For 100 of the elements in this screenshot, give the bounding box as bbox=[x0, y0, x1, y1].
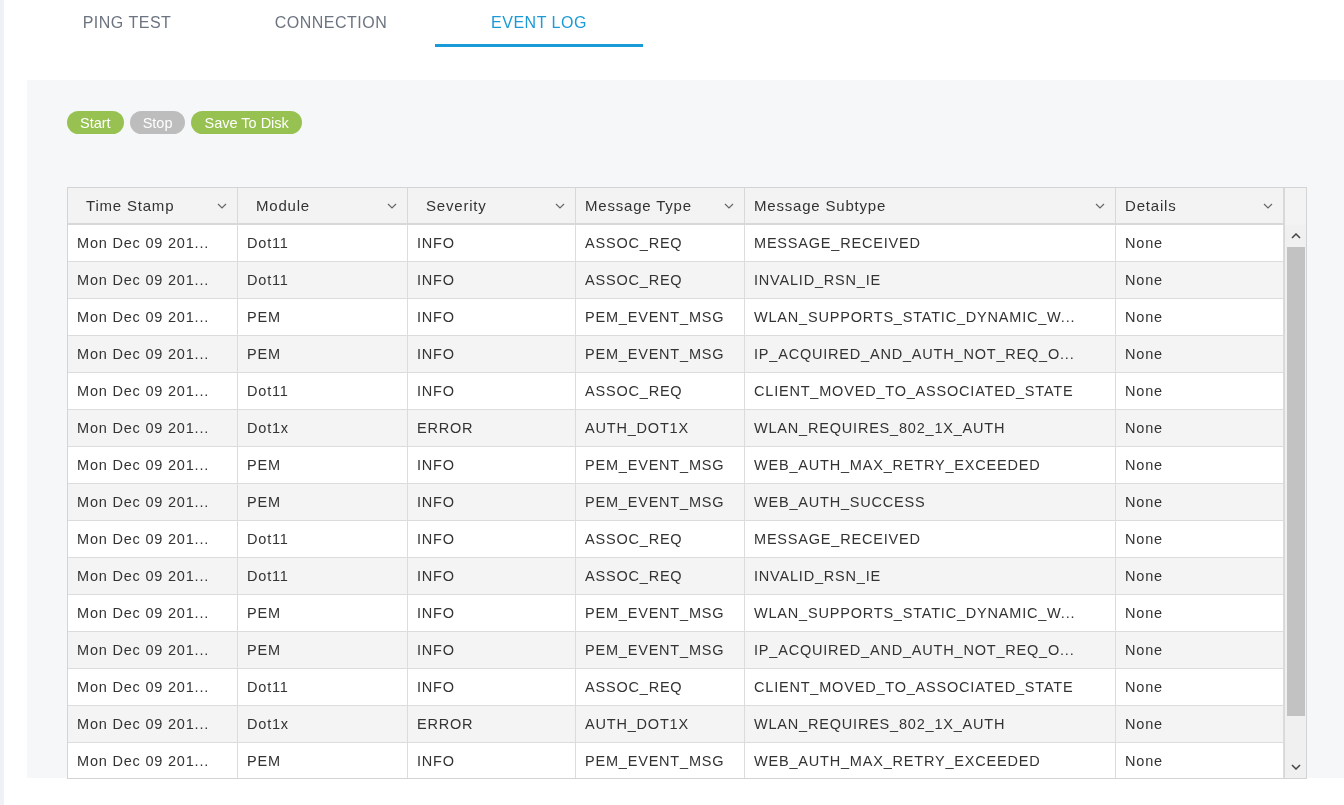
table-cell: None bbox=[1116, 410, 1284, 446]
table-cell: INFO bbox=[408, 595, 576, 631]
table-cell: None bbox=[1116, 447, 1284, 483]
chevron-down-icon[interactable] bbox=[1263, 202, 1273, 209]
table-cell: None bbox=[1116, 373, 1284, 409]
table-cell: PEM bbox=[238, 632, 408, 668]
table-cell: None bbox=[1116, 669, 1284, 705]
column-header[interactable]: Message Type bbox=[576, 188, 745, 223]
table-cell: ASSOC_REQ bbox=[576, 373, 745, 409]
table-cell: Mon Dec 09 201... bbox=[68, 743, 238, 778]
table-cell: Mon Dec 09 201... bbox=[68, 595, 238, 631]
table-cell: ASSOC_REQ bbox=[576, 558, 745, 594]
chevron-down-icon[interactable] bbox=[555, 202, 565, 209]
table-cell: INFO bbox=[408, 373, 576, 409]
table-cell: ASSOC_REQ bbox=[576, 225, 745, 261]
table-cell: Dot11 bbox=[238, 521, 408, 557]
table-cell: WEB_AUTH_MAX_RETRY_EXCEEDED bbox=[745, 447, 1116, 483]
table-cell: ASSOC_REQ bbox=[576, 521, 745, 557]
table-cell: None bbox=[1116, 225, 1284, 261]
column-header[interactable]: Message Subtype bbox=[745, 188, 1116, 223]
table-cell: Dot11 bbox=[238, 558, 408, 594]
table-cell: PEM bbox=[238, 336, 408, 372]
table-cell: PEM_EVENT_MSG bbox=[576, 595, 745, 631]
table-cell: Mon Dec 09 201... bbox=[68, 373, 238, 409]
table-cell: None bbox=[1116, 336, 1284, 372]
table-cell: ASSOC_REQ bbox=[576, 262, 745, 298]
table-cell: AUTH_DOT1X bbox=[576, 706, 745, 742]
table-cell: Dot11 bbox=[238, 225, 408, 261]
table-cell: Mon Dec 09 201... bbox=[68, 632, 238, 668]
column-header[interactable]: Details bbox=[1116, 188, 1284, 223]
table-cell: INVALID_RSN_IE bbox=[745, 558, 1116, 594]
table-cell: Dot11 bbox=[238, 262, 408, 298]
table-cell: ERROR bbox=[408, 410, 576, 446]
table-cell: WLAN_SUPPORTS_STATIC_DYNAMIC_W... bbox=[745, 299, 1116, 335]
table-cell: None bbox=[1116, 632, 1284, 668]
table-cell: INFO bbox=[408, 558, 576, 594]
table-cell: Mon Dec 09 201... bbox=[68, 447, 238, 483]
table-cell: PEM_EVENT_MSG bbox=[576, 743, 745, 778]
table-cell: INFO bbox=[408, 336, 576, 372]
table-cell: AUTH_DOT1X bbox=[576, 410, 745, 446]
table-cell: INFO bbox=[408, 521, 576, 557]
table-cell: Mon Dec 09 201... bbox=[68, 558, 238, 594]
table-cell: PEM_EVENT_MSG bbox=[576, 336, 745, 372]
table-cell: Mon Dec 09 201... bbox=[68, 669, 238, 705]
scrollbar[interactable] bbox=[1285, 225, 1306, 778]
table-cell: WEB_AUTH_SUCCESS bbox=[745, 484, 1116, 520]
table-cell: None bbox=[1116, 299, 1284, 335]
table-cell: WLAN_REQUIRES_802_1X_AUTH bbox=[745, 706, 1116, 742]
table-cell: INFO bbox=[408, 447, 576, 483]
column-header[interactable]: Time Stamp bbox=[68, 188, 238, 223]
chevron-down-icon[interactable] bbox=[1095, 202, 1105, 209]
scroll-up-icon[interactable] bbox=[1290, 233, 1301, 239]
table-cell: Mon Dec 09 201... bbox=[68, 225, 238, 261]
table-cell: INFO bbox=[408, 743, 576, 778]
scroll-down-icon[interactable] bbox=[1290, 764, 1301, 770]
chevron-down-icon[interactable] bbox=[387, 202, 397, 209]
column-header[interactable]: Module bbox=[238, 188, 408, 223]
table-cell: INVALID_RSN_IE bbox=[745, 262, 1116, 298]
table-cell: CLIENT_MOVED_TO_ASSOCIATED_STATE bbox=[745, 373, 1116, 409]
table-cell: None bbox=[1116, 484, 1284, 520]
table-cell: WEB_AUTH_MAX_RETRY_EXCEEDED bbox=[745, 743, 1116, 778]
table-cell: None bbox=[1116, 595, 1284, 631]
table-cell: PEM bbox=[238, 595, 408, 631]
table-cell: INFO bbox=[408, 484, 576, 520]
table-cell: WLAN_SUPPORTS_STATIC_DYNAMIC_W... bbox=[745, 595, 1116, 631]
table-cell: INFO bbox=[408, 299, 576, 335]
tab[interactable]: CONNECTION bbox=[227, 0, 435, 47]
table-cell: PEM bbox=[238, 299, 408, 335]
table-cell: Dot1x bbox=[238, 410, 408, 446]
table-cell: PEM bbox=[238, 447, 408, 483]
column-header[interactable]: Severity bbox=[408, 188, 576, 223]
table-cell: Dot11 bbox=[238, 373, 408, 409]
table-cell: CLIENT_MOVED_TO_ASSOCIATED_STATE bbox=[745, 669, 1116, 705]
table-cell: MESSAGE_RECEIVED bbox=[745, 521, 1116, 557]
table-cell: None bbox=[1116, 706, 1284, 742]
chevron-down-icon[interactable] bbox=[217, 202, 227, 209]
table-cell: PEM bbox=[238, 743, 408, 778]
table-cell: PEM_EVENT_MSG bbox=[576, 299, 745, 335]
table-cell: IP_ACQUIRED_AND_AUTH_NOT_REQ_O... bbox=[745, 632, 1116, 668]
table-cell: ERROR bbox=[408, 706, 576, 742]
table-cell: MESSAGE_RECEIVED bbox=[745, 225, 1116, 261]
table-cell: Mon Dec 09 201... bbox=[68, 299, 238, 335]
table-cell: None bbox=[1116, 262, 1284, 298]
table-cell: PEM_EVENT_MSG bbox=[576, 447, 745, 483]
table-cell: Mon Dec 09 201... bbox=[68, 484, 238, 520]
table-cell: None bbox=[1116, 521, 1284, 557]
table-cell: INFO bbox=[408, 262, 576, 298]
table-cell: Dot1x bbox=[238, 706, 408, 742]
table-cell: ASSOC_REQ bbox=[576, 669, 745, 705]
table-cell: PEM_EVENT_MSG bbox=[576, 484, 745, 520]
tab[interactable]: PING TEST bbox=[27, 0, 227, 47]
chevron-down-icon[interactable] bbox=[724, 202, 734, 209]
scrollbar-thumb[interactable] bbox=[1286, 247, 1305, 716]
table-cell: PEM bbox=[238, 484, 408, 520]
table-cell: None bbox=[1116, 743, 1284, 778]
table-cell: INFO bbox=[408, 669, 576, 705]
table-cell: INFO bbox=[408, 632, 576, 668]
table-cell: Mon Dec 09 201... bbox=[68, 336, 238, 372]
table-cell: PEM_EVENT_MSG bbox=[576, 632, 745, 668]
table-cell: None bbox=[1116, 558, 1284, 594]
